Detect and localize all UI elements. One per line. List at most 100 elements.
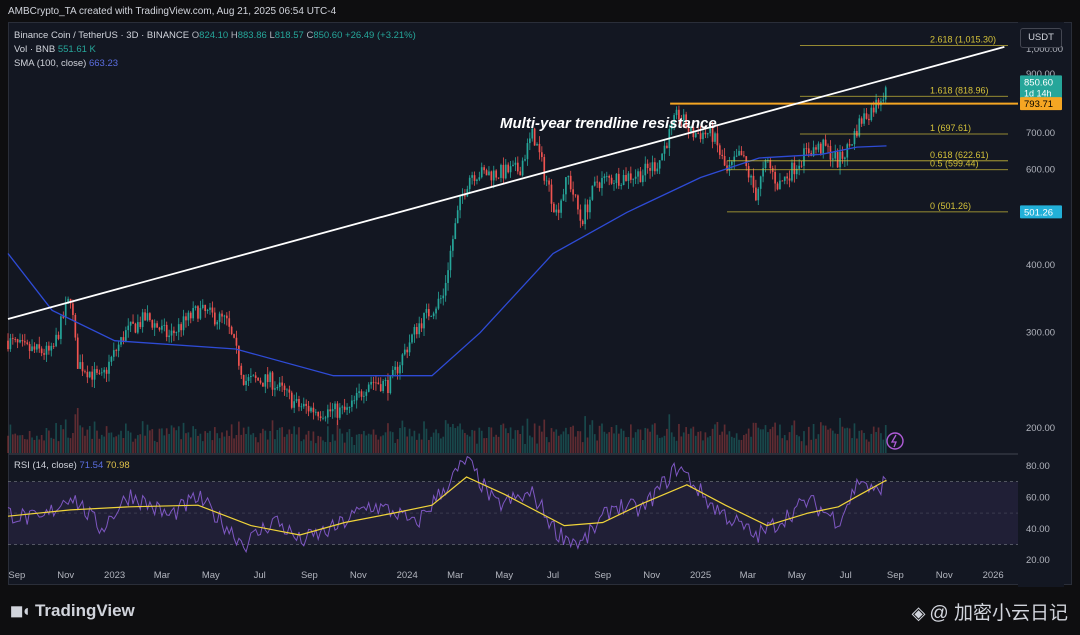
tradingview-logo[interactable]: ◼◖ TradingView (10, 601, 135, 621)
candle-body (283, 385, 286, 390)
volume-bar (264, 430, 267, 453)
candle-body (562, 194, 565, 201)
x-tick-label: Sep (887, 570, 904, 581)
candle-body (165, 324, 168, 338)
volume-bar (141, 421, 144, 453)
candle-body (43, 353, 45, 355)
candle-body (476, 179, 478, 181)
volume-bar (158, 428, 161, 453)
candle-body (577, 195, 579, 210)
volume-bar (839, 417, 841, 453)
volume-bar (507, 433, 510, 453)
volume-bar (807, 426, 810, 453)
volume-bar (752, 422, 755, 453)
candle-body (798, 165, 801, 169)
candle-body (235, 337, 238, 346)
volume-bar (108, 432, 110, 453)
volume-bar (74, 414, 77, 453)
candle-body (360, 391, 363, 397)
volume-bar (464, 433, 466, 453)
volume-bar (831, 430, 834, 453)
candle-body (168, 335, 170, 338)
candle-body (514, 162, 517, 165)
candle-body (194, 306, 197, 308)
volume-bar (305, 434, 308, 453)
volume-bar (276, 429, 279, 453)
volume-bar (545, 437, 548, 453)
candle-body (302, 403, 305, 407)
volume-legend[interactable]: Vol · BNB 551.61 K (14, 44, 96, 55)
candle-body (240, 365, 243, 375)
candle-body (124, 330, 127, 342)
candle-body (177, 324, 180, 333)
volume-bar (490, 427, 493, 453)
candle-body (750, 175, 752, 178)
candle-body (699, 133, 702, 140)
currency-button[interactable]: USDT (1020, 28, 1062, 48)
price-chart[interactable]: 2.618 (1,015.30) 1.618 (818.96) 1 (697.61)… (0, 0, 1080, 588)
volume-bar (192, 426, 195, 453)
volume-bar (449, 427, 452, 453)
candle-body (40, 348, 43, 354)
volume-bar (33, 439, 36, 453)
volume-bar (16, 435, 19, 453)
candle-body (262, 382, 264, 387)
volume-bar (197, 435, 199, 453)
candle-body (526, 143, 529, 160)
x-tick-label: Jul (547, 570, 559, 581)
candle-body (658, 160, 661, 169)
candle-body (346, 407, 348, 410)
candle-body (216, 321, 219, 325)
volume-bar (274, 439, 276, 453)
volume-bar (485, 438, 488, 453)
volume-bar (163, 435, 166, 453)
volume-bar (324, 441, 327, 453)
candle-body (427, 309, 430, 317)
candle-body (824, 139, 827, 146)
candle-body (581, 220, 584, 225)
candle-body (326, 409, 329, 418)
news-icon[interactable] (886, 432, 904, 450)
volume-bar (137, 435, 139, 453)
volume-bar (877, 427, 880, 453)
volume-bar (632, 437, 635, 453)
volume-bar (389, 431, 392, 453)
candle-body (500, 164, 502, 178)
volume-bar (69, 438, 72, 453)
volume-bar (856, 438, 858, 453)
fib-level-label: 0 (501.26) (930, 201, 971, 211)
candle-body (485, 170, 488, 176)
candle-body (666, 145, 668, 149)
candle-body (819, 143, 822, 154)
volume-bar (375, 434, 377, 453)
candle-body (697, 133, 700, 134)
sma-legend[interactable]: SMA (100, close) 663.23 (14, 58, 118, 69)
candle-body (786, 176, 788, 179)
candle-body (213, 312, 216, 325)
change-value: +26.49 (+3.21%) (345, 30, 416, 41)
volume-bar (115, 436, 118, 453)
candle-body (9, 338, 12, 350)
volume-bar (286, 434, 288, 453)
symbol-name[interactable]: Binance Coin / TetherUS · 3D · BINANCE (14, 30, 189, 41)
volume-bar (363, 430, 365, 453)
candle-body (264, 374, 267, 387)
candle-body (230, 326, 233, 335)
volume-bar (122, 438, 125, 453)
candle-body (603, 176, 606, 178)
rsi-legend[interactable]: RSI (14, close) 71.54 70.98 (14, 460, 130, 471)
volume-bar (444, 420, 447, 453)
candle-body (492, 170, 495, 181)
candle-body (91, 371, 94, 380)
candle-body (553, 203, 555, 213)
volume-bar (187, 432, 190, 453)
volume-bar (91, 438, 94, 453)
price-badge-label: 850.60 (1024, 77, 1053, 88)
volume-bar (173, 427, 175, 453)
candle-body (437, 298, 440, 309)
candle-body (440, 298, 442, 300)
candle-body (800, 165, 803, 167)
volume-bar (334, 440, 336, 453)
x-tick-label: Jul (840, 570, 852, 581)
candle-body (209, 307, 211, 310)
